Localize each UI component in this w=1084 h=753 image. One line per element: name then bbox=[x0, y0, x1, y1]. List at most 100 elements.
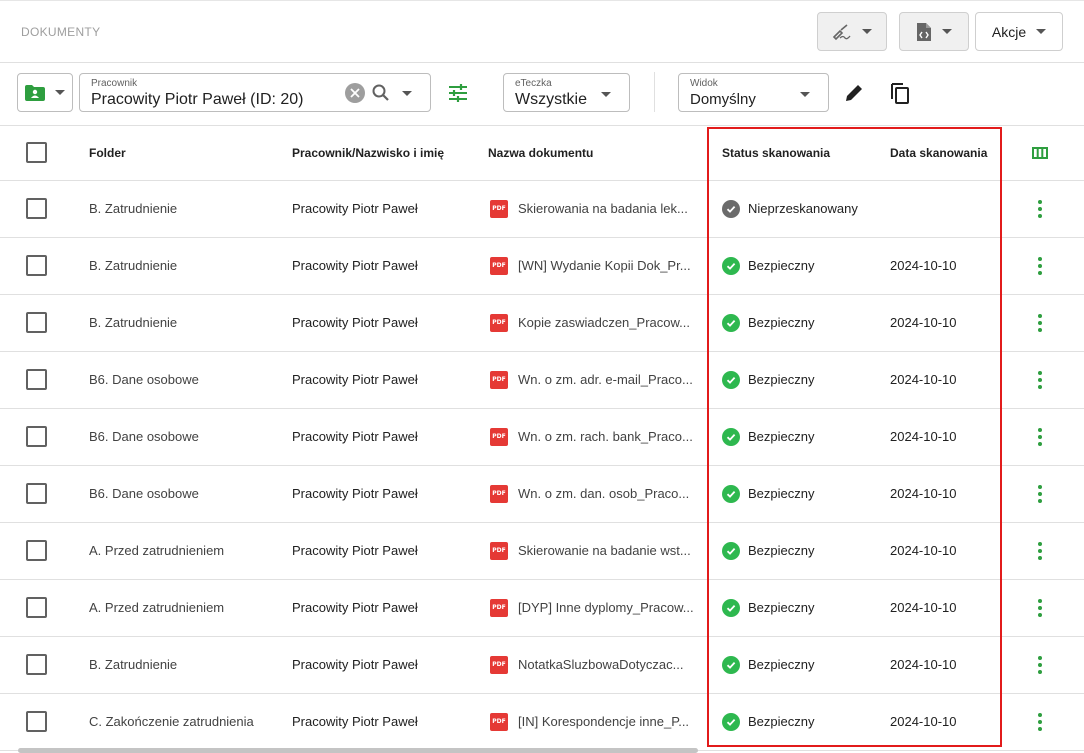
pracownik-field[interactable]: Pracownik Pracowity Piotr Paweł (ID: 20) bbox=[79, 73, 431, 112]
scan-date-cell: 2024-10-10 bbox=[874, 579, 996, 637]
employee-cell: Pracowity Piotr Paweł bbox=[284, 579, 480, 637]
sign-dropdown-button[interactable] bbox=[817, 12, 887, 51]
more-vert-icon[interactable] bbox=[996, 484, 1084, 503]
column-header-employee[interactable]: Pracownik/Nazwisko i imię bbox=[284, 126, 480, 181]
table-row[interactable]: A. Przed zatrudnieniem Pracowity Piotr P… bbox=[0, 579, 1084, 637]
document-cell[interactable]: PDF Kopie zaswiadczen_Pracow... bbox=[480, 294, 706, 352]
scan-date-cell: 2024-10-10 bbox=[874, 636, 996, 694]
eteczka-field[interactable]: eTeczka Wszystkie bbox=[503, 73, 630, 112]
documents-table: Folder Pracownik/Nazwisko i imię Nazwa d… bbox=[0, 126, 1084, 751]
table-row[interactable]: A. Przed zatrudnieniem Pracowity Piotr P… bbox=[0, 522, 1084, 580]
signature-icon bbox=[832, 23, 851, 40]
document-cell[interactable]: PDF NotatkaSluzbowaDotyczac... bbox=[480, 636, 706, 694]
more-vert-icon[interactable] bbox=[996, 313, 1084, 332]
row-actions-cell bbox=[996, 294, 1084, 352]
more-vert-icon[interactable] bbox=[996, 598, 1084, 617]
clear-icon[interactable] bbox=[345, 83, 365, 103]
column-header-scan-status[interactable]: Status skanowania bbox=[706, 126, 874, 181]
more-vert-icon[interactable] bbox=[996, 370, 1084, 389]
column-header-folder[interactable]: Folder bbox=[81, 126, 284, 181]
row-checkbox[interactable] bbox=[26, 540, 47, 561]
row-checkbox[interactable] bbox=[26, 255, 47, 276]
chevron-down-icon bbox=[1036, 29, 1047, 34]
pracownik-label: Pracownik bbox=[91, 78, 138, 89]
row-actions-cell bbox=[996, 465, 1084, 523]
document-name[interactable]: Kopie zaswiadczen_Pracow... bbox=[518, 315, 690, 330]
pdf-icon: PDF bbox=[490, 370, 508, 389]
more-vert-icon[interactable] bbox=[996, 427, 1084, 446]
table-row[interactable]: B. Zatrudnienie Pracowity Piotr Paweł PD… bbox=[0, 294, 1084, 352]
scan-status-cell: Bezpieczny bbox=[706, 636, 874, 694]
document-cell[interactable]: PDF Wn. o zm. rach. bank_Praco... bbox=[480, 408, 706, 466]
more-vert-icon[interactable] bbox=[996, 712, 1084, 731]
folder-select-button[interactable] bbox=[17, 73, 73, 112]
document-cell[interactable]: PDF [DYP] Inne dyplomy_Pracow... bbox=[480, 579, 706, 637]
row-checkbox[interactable] bbox=[26, 198, 47, 219]
row-checkbox[interactable] bbox=[26, 369, 47, 390]
document-name[interactable]: [WN] Wydanie Kopii Dok_Pr... bbox=[518, 258, 691, 273]
document-cell[interactable]: PDF [WN] Wydanie Kopii Dok_Pr... bbox=[480, 237, 706, 295]
file-code-icon bbox=[917, 22, 931, 41]
horizontal-scrollbar[interactable] bbox=[18, 748, 698, 753]
scan-date-cell: 2024-10-10 bbox=[874, 351, 996, 409]
row-checkbox[interactable] bbox=[26, 654, 47, 675]
filter-settings-icon[interactable] bbox=[446, 82, 470, 104]
document-name[interactable]: [IN] Korespondencje inne_P... bbox=[518, 714, 689, 729]
folder-cell: B. Zatrudnienie bbox=[81, 180, 284, 238]
table-row[interactable]: B. Zatrudnienie Pracowity Piotr Paweł PD… bbox=[0, 237, 1084, 295]
document-name[interactable]: Wn. o zm. dan. osob_Praco... bbox=[518, 486, 689, 501]
document-name[interactable]: Skierowania na badania lek... bbox=[518, 201, 688, 216]
row-actions-cell bbox=[996, 693, 1084, 751]
row-checkbox[interactable] bbox=[26, 426, 47, 447]
check-circle-neutral-icon bbox=[722, 199, 740, 218]
table-row[interactable]: B6. Dane osobowe Pracowity Piotr Paweł P… bbox=[0, 351, 1084, 409]
document-cell[interactable]: PDF Wn. o zm. adr. e-mail_Praco... bbox=[480, 351, 706, 409]
document-cell[interactable]: PDF Skierowania na badania lek... bbox=[480, 180, 706, 238]
more-vert-icon[interactable] bbox=[996, 199, 1084, 218]
more-vert-icon[interactable] bbox=[996, 256, 1084, 275]
document-name[interactable]: NotatkaSluzbowaDotyczac... bbox=[518, 657, 683, 672]
more-vert-icon[interactable] bbox=[996, 541, 1084, 560]
row-checkbox[interactable] bbox=[26, 711, 47, 732]
document-name[interactable]: Wn. o zm. adr. e-mail_Praco... bbox=[518, 372, 693, 387]
row-checkbox[interactable] bbox=[26, 312, 47, 333]
column-header-document[interactable]: Nazwa dokumentu bbox=[480, 126, 706, 181]
widok-field[interactable]: Widok Domyślny bbox=[678, 73, 829, 112]
search-icon[interactable] bbox=[370, 82, 392, 104]
columns-icon[interactable] bbox=[996, 146, 1084, 159]
pdf-icon: PDF bbox=[490, 199, 508, 218]
table-row[interactable]: B6. Dane osobowe Pracowity Piotr Paweł P… bbox=[0, 465, 1084, 523]
table-row[interactable]: C. Zakończenie zatrudnienia Pracowity Pi… bbox=[0, 693, 1084, 751]
row-checkbox[interactable] bbox=[26, 483, 47, 504]
edit-icon[interactable] bbox=[843, 82, 865, 104]
document-name[interactable]: Skierowanie na badanie wst... bbox=[518, 543, 691, 558]
document-cell[interactable]: PDF [IN] Korespondencje inne_P... bbox=[480, 693, 706, 751]
employee-cell: Pracowity Piotr Paweł bbox=[284, 693, 480, 751]
employee-cell: Pracowity Piotr Paweł bbox=[284, 408, 480, 466]
file-code-dropdown-button[interactable] bbox=[899, 12, 969, 51]
copy-icon[interactable] bbox=[888, 81, 912, 105]
widok-value: Domyślny bbox=[690, 91, 756, 108]
employee-cell: Pracowity Piotr Paweł bbox=[284, 180, 480, 238]
document-name[interactable]: Wn. o zm. rach. bank_Praco... bbox=[518, 429, 693, 444]
employee-cell: Pracowity Piotr Paweł bbox=[284, 636, 480, 694]
document-cell[interactable]: PDF Wn. o zm. dan. osob_Praco... bbox=[480, 465, 706, 523]
document-name[interactable]: [DYP] Inne dyplomy_Pracow... bbox=[518, 600, 694, 615]
row-checkbox[interactable] bbox=[26, 597, 47, 618]
eteczka-label: eTeczka bbox=[515, 78, 552, 89]
table-row[interactable]: B. Zatrudnienie Pracowity Piotr Paweł PD… bbox=[0, 636, 1084, 694]
check-circle-icon bbox=[722, 256, 740, 275]
folder-cell: B. Zatrudnienie bbox=[81, 237, 284, 295]
scan-status-cell: Bezpieczny bbox=[706, 237, 874, 295]
more-vert-icon[interactable] bbox=[996, 655, 1084, 674]
chevron-down-icon[interactable] bbox=[400, 89, 414, 97]
document-cell[interactable]: PDF Skierowanie na badanie wst... bbox=[480, 522, 706, 580]
select-all-checkbox[interactable] bbox=[26, 142, 47, 164]
table-row[interactable]: B. Zatrudnienie Pracowity Piotr Paweł PD… bbox=[0, 180, 1084, 238]
akcje-dropdown-button[interactable]: Akcje bbox=[975, 12, 1063, 51]
column-header-scan-date[interactable]: Data skanowania bbox=[874, 126, 996, 181]
chevron-down-icon bbox=[942, 29, 952, 34]
scan-status-text: Nieprzeskanowany bbox=[748, 201, 858, 216]
table-row[interactable]: B6. Dane osobowe Pracowity Piotr Paweł P… bbox=[0, 408, 1084, 466]
folder-user-icon bbox=[25, 84, 45, 101]
